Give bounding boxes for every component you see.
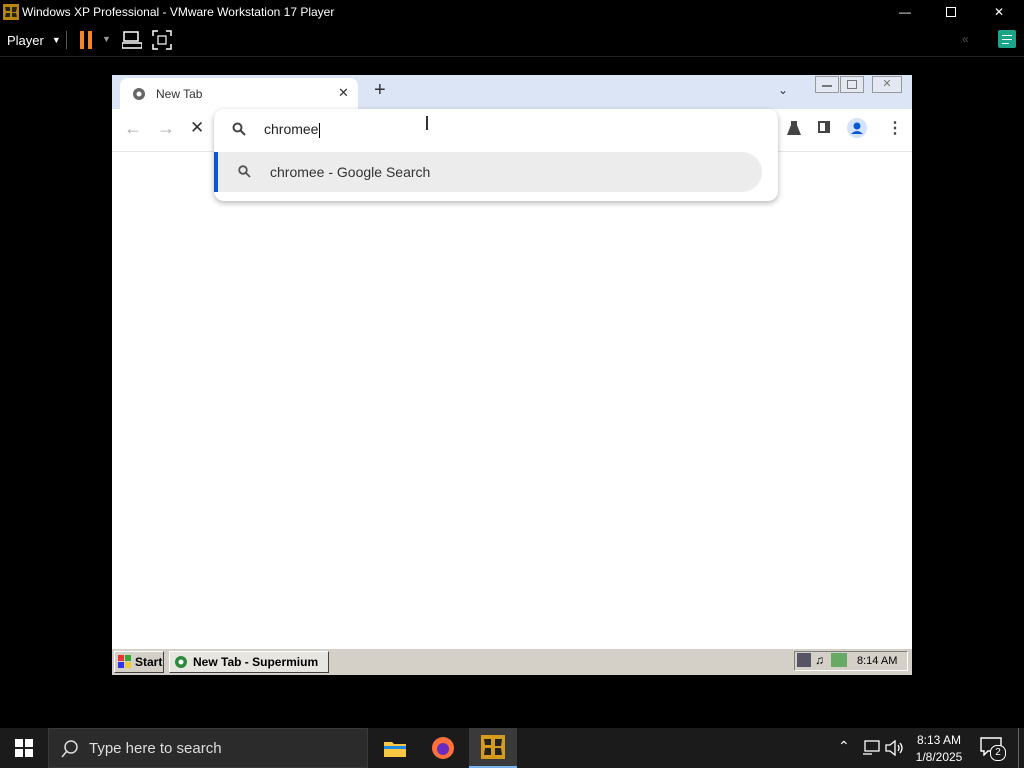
ibeam-cursor-icon (426, 116, 428, 130)
tab-title: New Tab (156, 87, 203, 101)
pause-icon (78, 31, 94, 49)
forward-arrow-icon[interactable]: → (157, 118, 175, 139)
show-desktop-button[interactable] (1018, 728, 1019, 768)
taskbar-firefox[interactable] (419, 728, 467, 768)
toolbar-divider (66, 31, 67, 49)
folder-icon (384, 742, 406, 757)
vmware-player-icon (481, 735, 505, 759)
labs-flask-icon[interactable] (787, 121, 801, 135)
guest-restore-button[interactable] (840, 76, 864, 93)
send-ctrl-alt-del-icon[interactable] (122, 30, 142, 50)
player-menu-label: Player (7, 32, 44, 48)
browser-favicon-icon (133, 88, 145, 100)
back-arrows-icon: « (962, 32, 969, 46)
notification-count-badge: 2 (990, 745, 1006, 761)
fullscreen-icon[interactable] (152, 30, 172, 50)
omnibox-dropdown: chromee chromee - Google Search (214, 109, 778, 201)
minimize-button[interactable]: — (882, 0, 928, 24)
side-panel-icon[interactable] (818, 121, 830, 133)
vmware-window-title: Windows XP Professional - VMware Worksta… (22, 5, 335, 19)
windows-flag-icon (118, 655, 131, 668)
search-icon (232, 122, 246, 136)
profile-avatar-icon[interactable] (847, 118, 867, 138)
pause-button[interactable] (78, 31, 94, 49)
restore-icon (946, 7, 956, 17)
taskbar-clock[interactable]: 8:13 AM 1/8/2025 (908, 730, 970, 766)
suggestion-text: chromee - Google Search (270, 164, 431, 180)
network-tray-icon[interactable] (797, 653, 811, 667)
guest-minimize-button[interactable] (815, 76, 839, 93)
minimize-icon: — (899, 5, 911, 19)
suggestion-search-icon (238, 165, 251, 178)
close-button[interactable]: ✕ (976, 0, 1022, 24)
guest-restore-icon (847, 80, 857, 89)
firefox-icon (432, 737, 454, 759)
tab-close-icon[interactable]: ✕ (338, 85, 349, 101)
vmware-toolbar: Player ▼ ▼ « (0, 24, 1024, 57)
suggestion-accent-bar (214, 152, 218, 192)
guest-minimize-icon (822, 85, 832, 87)
guest-screen[interactable]: New Tab ✕ + ⌄ ✕ ← → ✕ ⋮ chromee chromee … (112, 75, 912, 675)
vmware-logo-icon (3, 4, 19, 20)
text-cursor (319, 122, 321, 138)
maximize-button[interactable] (928, 0, 974, 24)
taskbar-file-explorer[interactable] (371, 728, 419, 768)
taskbar-vmware-player[interactable] (469, 728, 517, 768)
volume-tray-icon[interactable]: ♫ (815, 653, 824, 667)
taskbar-item-label: New Tab - Supermium (193, 655, 319, 669)
vmware-tools-tray-icon[interactable] (831, 653, 847, 667)
windows-start-button[interactable] (0, 728, 48, 768)
new-tab-plus-icon[interactable]: + (374, 79, 386, 102)
guest-close-button[interactable]: ✕ (872, 76, 902, 93)
guest-close-icon: ✕ (882, 78, 892, 90)
pause-dropdown-icon[interactable]: ▼ (102, 34, 111, 44)
show-hidden-icons-icon[interactable]: ⌃ (838, 738, 850, 755)
clock-time: 8:13 AM (916, 733, 962, 747)
windows-taskbar: Type here to search ⌃ 8:13 AM 1/8/2025 2 (0, 728, 1024, 768)
volume-icon[interactable] (885, 740, 905, 756)
stop-loading-icon[interactable]: ✕ (190, 118, 204, 138)
omnibox-input[interactable]: chromee (264, 121, 321, 138)
back-arrow-icon[interactable]: ← (124, 118, 142, 139)
windows-logo-icon (15, 739, 33, 757)
chevron-down-icon: ▼ (51, 35, 61, 45)
supermium-icon (175, 656, 187, 668)
search-icon (61, 740, 78, 758)
close-icon: ✕ (993, 5, 1005, 19)
tab-search-chevron-icon[interactable]: ⌄ (778, 83, 788, 97)
start-button[interactable]: Start (114, 651, 164, 673)
action-center-button[interactable]: 2 (980, 736, 1006, 761)
xp-clock[interactable]: 8:14 AM (857, 655, 897, 667)
menu-kebab-icon[interactable]: ⋮ (887, 118, 903, 138)
tab-new-tab[interactable]: New Tab ✕ (120, 78, 358, 109)
xp-system-tray: ♫ 8:14 AM (794, 651, 908, 671)
omnibox-text: chromee (264, 121, 319, 137)
browser-tab-strip: New Tab ✕ + ⌄ ✕ (112, 75, 912, 109)
taskbar-search-box[interactable]: Type here to search (48, 728, 368, 768)
suggestion-row[interactable]: chromee - Google Search (214, 152, 762, 192)
search-placeholder: Type here to search (89, 740, 222, 757)
start-label: Start (135, 655, 163, 669)
network-icon[interactable] (862, 740, 880, 756)
vmware-title-bar: Windows XP Professional - VMware Worksta… (0, 0, 1024, 24)
player-menu-button[interactable]: Player ▼ (0, 24, 62, 56)
taskbar-item-supermium[interactable]: New Tab - Supermium (169, 651, 329, 673)
library-icon[interactable] (998, 30, 1016, 48)
clock-date: 1/8/2025 (915, 750, 963, 764)
xp-taskbar: Start New Tab - Supermium ♫ 8:14 AM (112, 648, 912, 675)
